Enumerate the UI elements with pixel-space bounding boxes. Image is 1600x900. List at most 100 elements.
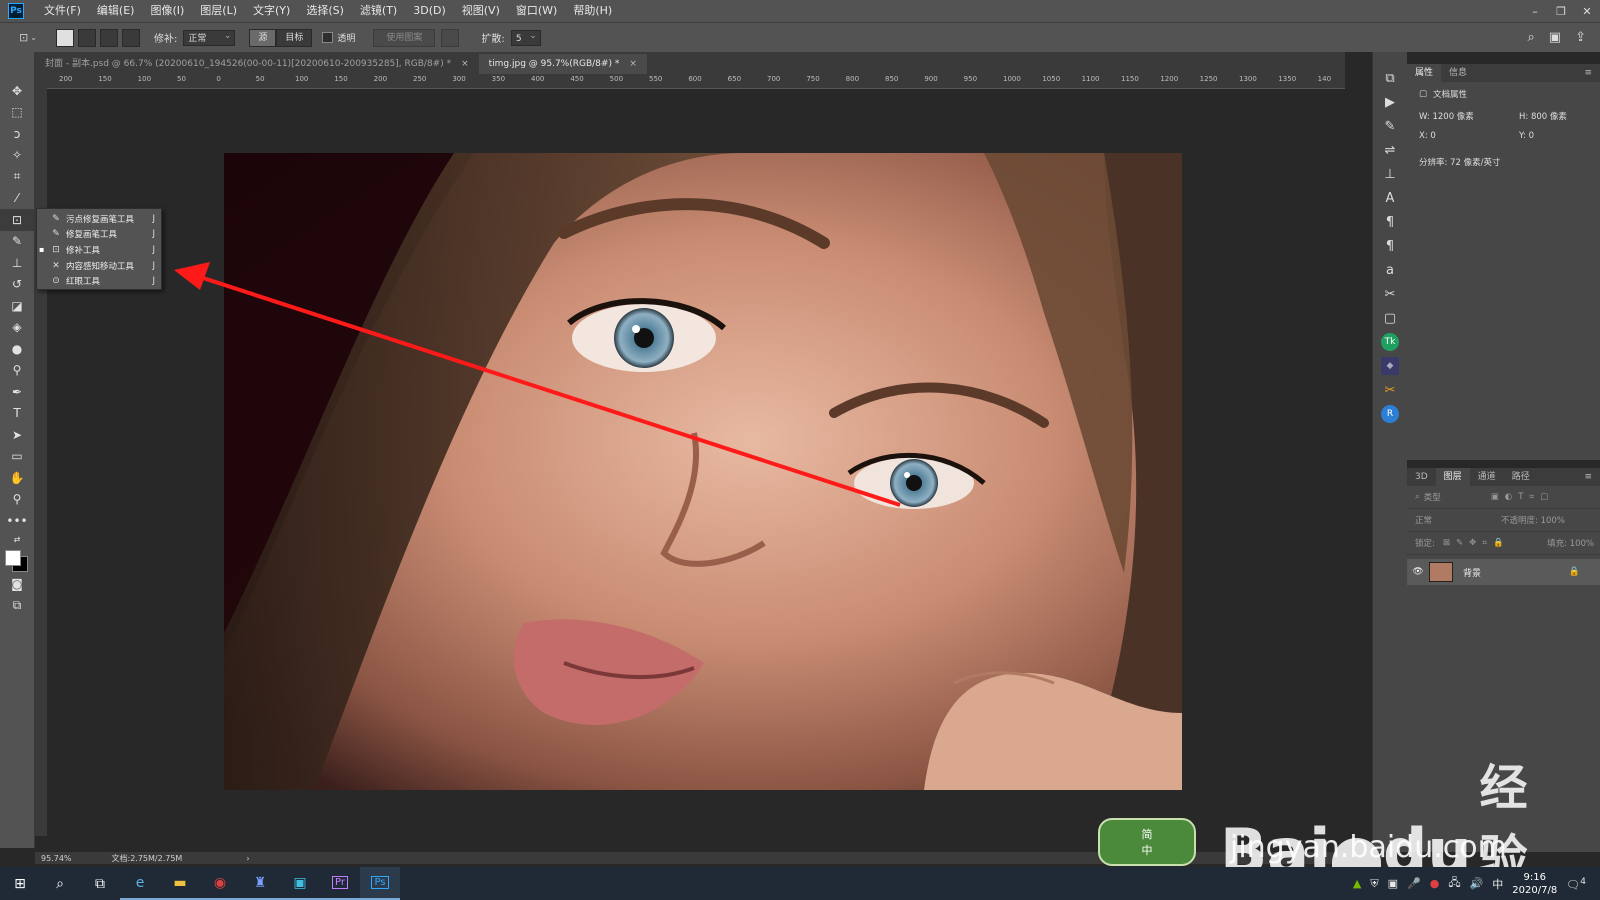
- fill-field[interactable]: 填充: 100%: [1547, 537, 1594, 549]
- lock-icons[interactable]: ⊠✎✥⌗🔒: [1443, 538, 1510, 548]
- document-icon: ▢: [1419, 89, 1428, 99]
- flyout-item-patch[interactable]: ▪ ⊡ 修补工具 J: [37, 242, 161, 258]
- shortcut-key: J: [152, 260, 155, 271]
- properties-header: ▢ 文档属性: [1407, 82, 1600, 106]
- tab-3d[interactable]: 3D: [1407, 468, 1436, 486]
- clock-time: 9:16: [1523, 871, 1546, 883]
- clock-date: 2020/7/8: [1512, 884, 1558, 896]
- plugin-r-icon[interactable]: R: [1373, 402, 1407, 426]
- opacity-field[interactable]: 不透明度: 100%: [1501, 514, 1565, 526]
- doc-size: 文档:2.75M/2.75M: [111, 853, 183, 863]
- glyphs-icon[interactable]: a: [1373, 258, 1407, 282]
- panel-menu-icon[interactable]: ≡: [1576, 468, 1600, 486]
- watermark-url: jingyan.baidu.com: [1230, 830, 1507, 865]
- size-row: W: 1200 像素 H: 800 像素: [1407, 106, 1600, 126]
- search-icon[interactable]: ⌕: [40, 867, 80, 900]
- panel-menu-icon[interactable]: ≡: [1576, 64, 1600, 82]
- paragraph-styles-icon[interactable]: ¶: [1373, 234, 1407, 258]
- search-icon: ⌕: [1415, 492, 1420, 502]
- flyout-item-red-eye[interactable]: ⊙ 红眼工具 J: [37, 273, 161, 289]
- nvidia-icon[interactable]: ▲: [1353, 877, 1361, 890]
- edge-browser-icon[interactable]: e: [120, 867, 160, 900]
- flyout-item-spot-healing[interactable]: ✎ 污点修复画笔工具 J: [37, 211, 161, 227]
- x-value[interactable]: X: 0: [1419, 131, 1519, 141]
- blend-row: 正常 不透明度: 100%: [1407, 509, 1600, 532]
- actions-panel-icon[interactable]: ▶: [1373, 90, 1407, 114]
- tab-properties[interactable]: 属性: [1407, 64, 1442, 82]
- properties-tabs: 属性 信息 ≡: [1407, 64, 1600, 82]
- flyout-item-healing-brush[interactable]: ✎ 修复画笔工具 J: [37, 227, 161, 243]
- layers-tabs: 3D 图层 通道 路径 ≡: [1407, 468, 1600, 486]
- windows-start-icon[interactable]: ⊞: [0, 867, 40, 900]
- tab-layers[interactable]: 图层: [1435, 468, 1470, 486]
- plugin-scissors-icon[interactable]: ✂: [1373, 378, 1407, 402]
- clone-source-icon[interactable]: ⊥: [1373, 162, 1407, 186]
- lock-label: 锁定:: [1415, 539, 1435, 549]
- red-eye-icon: ⊙: [52, 276, 60, 287]
- properties-header-label: 文档属性: [1433, 90, 1468, 100]
- arrow-head: [174, 262, 210, 290]
- network-icon[interactable]: 🖧: [1448, 874, 1460, 893]
- app-teal-icon[interactable]: ▣: [280, 867, 320, 900]
- notification-count: 4: [1580, 875, 1586, 887]
- volume-icon[interactable]: 🔊: [1470, 877, 1484, 890]
- plugin-diamond-icon[interactable]: ◆: [1373, 354, 1407, 378]
- position-row: X: 0 Y: 0: [1407, 126, 1600, 146]
- zoom-level[interactable]: 95.74%: [41, 854, 72, 863]
- blend-mode-select[interactable]: 正常: [1415, 514, 1501, 526]
- tool-presets-icon[interactable]: ✂: [1373, 282, 1407, 306]
- baidu-watermark: Bai du 经验 jingyan.baidu.com: [1220, 730, 1560, 888]
- flyout-label: 修补工具: [66, 245, 101, 256]
- spot-healing-brush-icon: ✎: [52, 213, 60, 224]
- tab-info[interactable]: 信息: [1441, 64, 1475, 82]
- shield-icon[interactable]: ⛨: [1370, 877, 1378, 891]
- arrow-line: [199, 275, 901, 507]
- visibility-eye-icon[interactable]: 👁: [1407, 567, 1429, 577]
- filter-icons[interactable]: ▣◐T⌗▢: [1491, 492, 1554, 502]
- notifications-icon[interactable]: 🗨4: [1566, 876, 1586, 892]
- width-value[interactable]: W: 1200 像素: [1419, 110, 1519, 122]
- history-panel-icon[interactable]: ⧉: [1373, 66, 1407, 90]
- brush-settings-icon[interactable]: ✎: [1373, 114, 1407, 138]
- adjustments-icon[interactable]: ⇌: [1373, 138, 1407, 162]
- tray-app-icon[interactable]: ▣: [1388, 877, 1398, 890]
- healing-brush-icon: ✎: [52, 229, 60, 240]
- shortcut-key: J: [152, 213, 155, 224]
- resolution-value: 分辨率: 72 像素/英寸: [1419, 158, 1501, 168]
- lock-icon: 🔒: [1568, 567, 1580, 577]
- ime-badge[interactable]: 简 中: [1098, 818, 1196, 866]
- windows-taskbar: ⊞ ⌕ ⧉ e ▬ ◉ ♜ ▣ Pr Ps ▲ ⛨ ▣ 🎤 ● 🖧 🔊 中 9:…: [0, 867, 1600, 900]
- shortcut-key: J: [152, 229, 155, 240]
- microphone-icon[interactable]: 🎤: [1407, 877, 1421, 890]
- layer-thumbnail: [1429, 562, 1453, 582]
- properties-panel: 属性 信息 ≡ ▢ 文档属性 W: 1200 像素 H: 800 像素 X: 0 Y:…: [1407, 64, 1600, 460]
- flyout-label: 内容感知移动工具: [66, 261, 135, 272]
- healing-tools-flyout: ✎ 污点修复画笔工具 J ✎ 修复画笔工具 J ▪ ⊡ 修补工具 J ✕ 内容感知移动工具 J ⊙…: [36, 208, 162, 290]
- flyout-item-content-aware-move[interactable]: ✕ 内容感知移动工具 J: [37, 258, 161, 274]
- libraries-icon[interactable]: ▢: [1373, 306, 1407, 330]
- file-explorer-icon[interactable]: ▬: [160, 867, 200, 900]
- premiere-icon[interactable]: Pr: [320, 867, 360, 900]
- filter-kind-select[interactable]: 类型: [1424, 491, 1441, 503]
- tray-red-icon[interactable]: ●: [1430, 877, 1440, 890]
- app-blue-icon[interactable]: ♜: [240, 867, 280, 900]
- character-panel-icon[interactable]: A: [1373, 186, 1407, 210]
- clock[interactable]: 9:16 2020/7/8: [1512, 871, 1557, 897]
- flyout-label: 红眼工具: [66, 277, 101, 288]
- height-value[interactable]: H: 800 像素: [1519, 110, 1567, 122]
- chrome-icon[interactable]: ◉: [200, 867, 240, 900]
- plugin-tk-icon[interactable]: Tk: [1373, 330, 1407, 354]
- tab-channels[interactable]: 通道: [1470, 468, 1504, 486]
- chevron-right-icon[interactable]: ›: [246, 854, 249, 863]
- flyout-label: 修复画笔工具: [66, 230, 118, 241]
- y-value[interactable]: Y: 0: [1519, 131, 1534, 141]
- layer-name[interactable]: 背景: [1463, 566, 1481, 579]
- tab-paths[interactable]: 路径: [1504, 468, 1538, 486]
- flyout-label: 污点修复画笔工具: [66, 214, 135, 225]
- ime-indicator[interactable]: 中: [1492, 876, 1503, 892]
- content-aware-move-icon: ✕: [52, 260, 60, 271]
- photoshop-taskbar-icon[interactable]: Ps: [360, 867, 400, 900]
- layer-row-background[interactable]: 👁 背景 🔒: [1407, 559, 1600, 585]
- task-view-icon[interactable]: ⧉: [80, 867, 120, 900]
- paragraph-panel-icon[interactable]: ¶: [1373, 210, 1407, 234]
